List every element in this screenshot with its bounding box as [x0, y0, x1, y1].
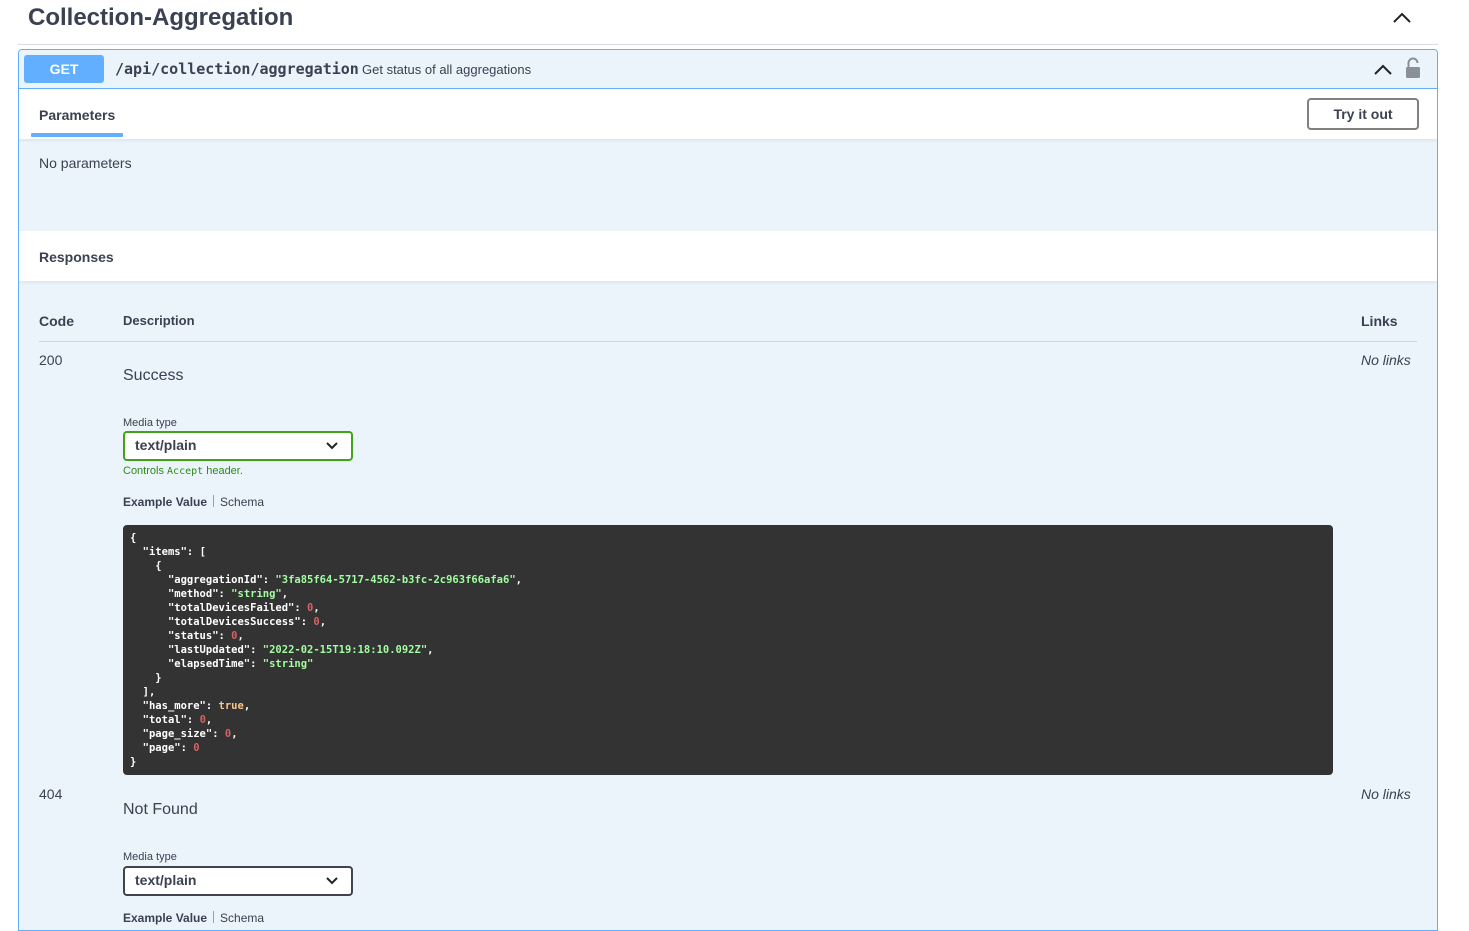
response-description: Not Found: [123, 801, 198, 818]
media-type-select[interactable]: text/plain: [123, 866, 353, 896]
chevron-up-icon[interactable]: [1392, 8, 1412, 28]
tab-example-value[interactable]: Example Value: [123, 495, 207, 509]
try-it-out-button[interactable]: Try it out: [1307, 98, 1419, 130]
no-parameters-text: No parameters: [39, 155, 132, 171]
column-header-description: Description: [123, 313, 195, 328]
endpoint-description: Get status of all aggregations: [362, 62, 532, 77]
column-header-links: Links: [1361, 313, 1398, 329]
media-type-label: Media type: [123, 417, 177, 429]
controls-accept-note: Controls Accept header.: [123, 465, 243, 477]
endpoint-path: /api/collection/aggregation: [115, 60, 359, 78]
response-description: Success: [123, 367, 184, 384]
operation-block: GET /api/collection/aggregation Get stat…: [18, 49, 1438, 931]
example-code-block[interactable]: { "items": [ { "aggregationId": "3fa85f6…: [123, 525, 1333, 775]
response-links: No links: [1361, 786, 1411, 802]
tab-schema[interactable]: Schema: [220, 495, 264, 509]
responses-title: Responses: [39, 249, 114, 265]
method-badge: GET: [24, 55, 104, 83]
example-schema-tabs: Example Value Schema: [123, 495, 264, 509]
response-code: 200: [39, 352, 63, 368]
lock-icon[interactable]: [1405, 57, 1421, 79]
chevron-down-icon: [326, 442, 338, 450]
section-title: Collection-Aggregation: [28, 4, 294, 31]
responses-header: Responses: [19, 231, 1437, 282]
tab-parameters[interactable]: Parameters: [39, 107, 115, 123]
media-type-label: Media type: [123, 851, 177, 863]
media-type-select[interactable]: text/plain: [123, 431, 353, 461]
response-links: No links: [1361, 352, 1411, 368]
tab-bar: Parameters Try it out: [19, 89, 1437, 140]
response-code: 404: [39, 786, 63, 802]
media-type-value: text/plain: [135, 437, 197, 453]
chevron-down-icon: [326, 877, 338, 885]
column-header-code: Code: [39, 313, 74, 329]
operation-summary[interactable]: GET /api/collection/aggregation Get stat…: [19, 50, 1437, 89]
tab-active-indicator: [31, 133, 123, 137]
chevron-up-icon[interactable]: [1373, 60, 1393, 80]
section-header[interactable]: Collection-Aggregation: [18, 0, 1438, 45]
divider: [39, 341, 1417, 342]
media-type-value: text/plain: [135, 872, 197, 888]
